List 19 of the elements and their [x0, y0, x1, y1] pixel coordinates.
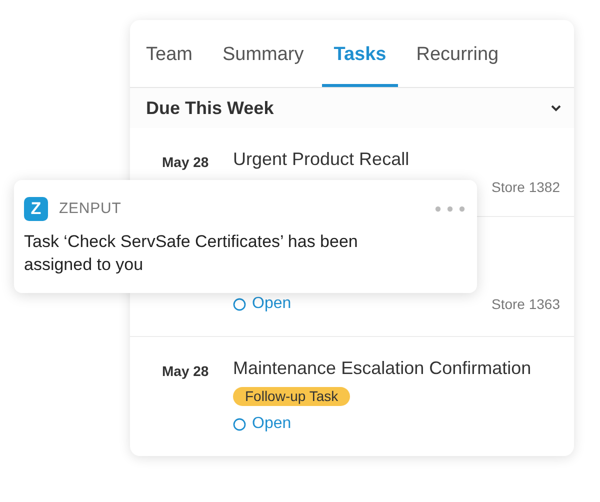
task-date: May 28: [162, 363, 209, 379]
notification-message: Task ‘Check ServSafe Certificates’ has been assigned to you: [24, 231, 359, 276]
circle-icon: [233, 418, 246, 430]
task-title[interactable]: Maintenance Escalation Confirmation: [233, 357, 532, 379]
app-logo: Z: [24, 197, 48, 221]
app-name: ZENPUT: [59, 198, 122, 219]
status-label: Open: [233, 412, 292, 436]
task-date: May 28: [162, 154, 209, 170]
store-label: Store 1363: [492, 295, 560, 314]
tab[interactable]: Summary: [210, 37, 316, 87]
tab[interactable]: Team: [146, 37, 204, 87]
circle-icon: [233, 298, 246, 310]
notification-card[interactable]: Z ZENPUT Task ‘Check ServSafe Certificates’ has been assigned to you: [14, 180, 477, 293]
section-title: Due This Week: [146, 96, 274, 120]
follow-up-tag: Follow-up Task: [233, 387, 350, 406]
task-title[interactable]: Urgent Product Recall: [233, 148, 410, 170]
store-label: Store 1382: [492, 178, 560, 197]
status-label: Open: [233, 292, 292, 316]
tab[interactable]: Recurring: [404, 37, 511, 87]
